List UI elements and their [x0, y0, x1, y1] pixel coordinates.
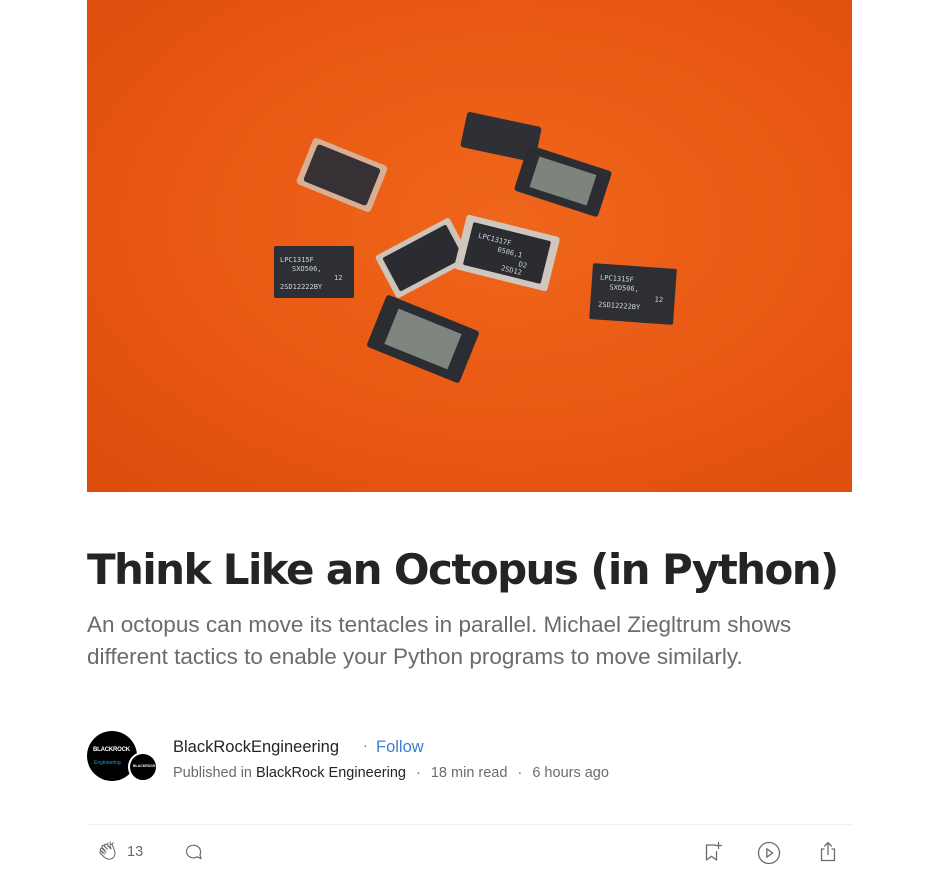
author-byline: BLACKROCK Engineering BLACKROCK BlackRoc…	[87, 731, 852, 783]
clap-count: 13	[127, 844, 144, 860]
chip-marking: SXO506,	[292, 265, 322, 273]
chip-marking: 12	[654, 296, 663, 305]
clap-button[interactable]: 13	[97, 840, 143, 864]
publication-avatar[interactable]: BLACKROCK	[128, 752, 158, 782]
follow-button[interactable]: Follow	[376, 738, 424, 757]
hero-chips-illustration: LPC1315F SXO506, 12 2SD12222BY LPC1317F …	[274, 112, 677, 383]
comment-button[interactable]	[182, 840, 206, 864]
article-actions-bar: 13	[87, 836, 852, 870]
avatar-logo-subtext: Engineering	[94, 760, 121, 766]
share-button[interactable]	[816, 840, 840, 864]
chip-marking: 12	[334, 274, 342, 282]
meta-separator: ·	[517, 765, 523, 781]
clap-icon	[99, 841, 116, 860]
read-time: 18 min read	[430, 765, 508, 781]
publication-avatar-text: BLACKROCK	[133, 764, 156, 768]
chip-marking: LPC1315F	[280, 256, 314, 264]
published-ago: 6 hours ago	[532, 765, 609, 781]
publication-link[interactable]: BlackRock Engineering	[256, 765, 406, 781]
avatar-logo-text: BLACKROCK	[93, 747, 130, 753]
actions-divider	[87, 824, 852, 825]
listen-play-icon	[757, 841, 781, 865]
share-icon	[820, 841, 836, 862]
published-in-label: Published in	[173, 765, 252, 781]
save-bookmark-button[interactable]	[701, 840, 725, 864]
article-title: Think Like an Octopus (in Python)	[87, 545, 839, 594]
comment-icon	[185, 844, 202, 860]
listen-button[interactable]	[756, 840, 782, 866]
byline-meta: Published in BlackRock Engineering · 18 …	[173, 765, 609, 781]
article-subtitle: An octopus can move its tentacles in par…	[87, 612, 792, 669]
byline-separator: ·	[363, 737, 368, 753]
chip-marking: 2SD12222BY	[280, 283, 323, 291]
bookmark-add-icon	[705, 841, 723, 861]
meta-separator: ·	[415, 765, 421, 781]
author-name-link[interactable]: BlackRockEngineering	[173, 738, 339, 757]
hero-image: LPC1315F SXO506, 12 2SD12222BY LPC1317F …	[87, 0, 852, 492]
